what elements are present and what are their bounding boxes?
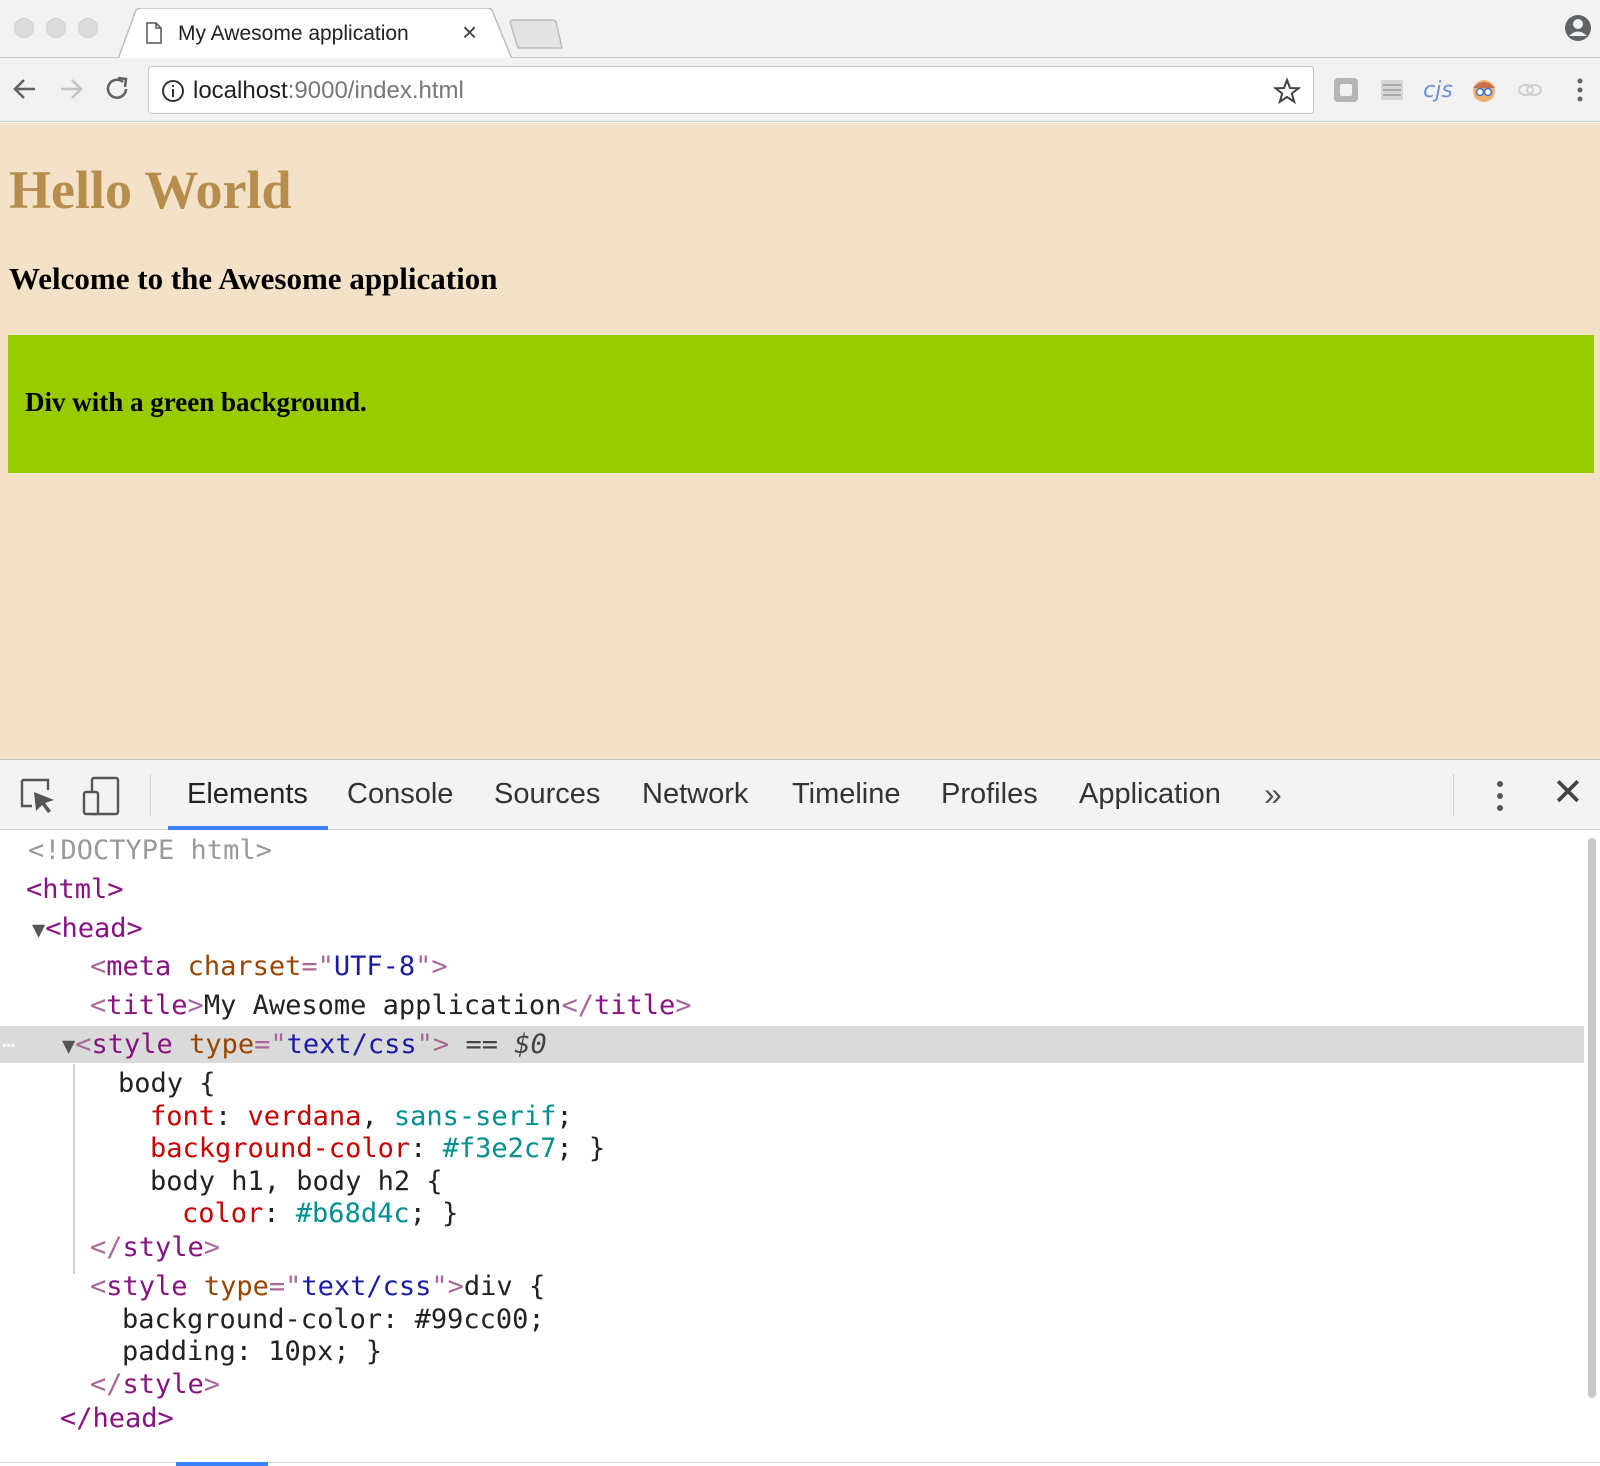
head-node[interactable]: ▼<head> [32,910,143,948]
meta-attr-value: UTF-8 [333,951,416,982]
expand-triangle-icon[interactable]: ▼ [62,1034,75,1059]
style2-text: div { [463,1271,546,1302]
tab-close-icon[interactable]: × [462,19,477,45]
close-window-button[interactable] [14,18,34,38]
css-line: color: #b68d4c; } [182,1198,459,1229]
style2-attr-name: type [203,1271,269,1302]
title-text: My Awesome application [203,990,562,1021]
url-host: localhost [193,77,288,104]
face-extension-icon [1473,80,1495,102]
head-close-node[interactable]: </head> [60,1400,174,1438]
browser-tab[interactable]: My Awesome application × [118,8,512,59]
tab-strip: My Awesome application × [0,0,1600,59]
green-div-text: Div with a green background. [25,387,367,417]
document-icon [146,22,162,44]
reload-button[interactable] [100,72,134,106]
minimize-window-button[interactable] [46,18,66,38]
link-extension-button[interactable] [1514,74,1546,106]
doctype-node[interactable]: <!DOCTYPE html> [28,832,272,870]
drawer-tab-indicator [176,1462,268,1466]
devtools-menu-icon[interactable] [1490,776,1510,816]
elements-tree: … <!DOCTYPE html> <html> ▼<head> <meta c… [0,832,1584,1462]
style-close-node[interactable]: </style> [90,1229,220,1267]
bookmark-star-icon[interactable] [1273,77,1301,105]
extension-square-button[interactable] [1330,74,1362,106]
title-node[interactable]: <title>My Awesome application</title> [90,987,692,1025]
green-div: Div with a green background. [8,335,1594,473]
style-node-selected[interactable]: ▼<style type="text/css"> == $0 [62,1026,547,1064]
link-extension-icon [1518,84,1542,96]
style-attr-name: type [189,1029,255,1060]
meta-attr-name: charset [187,951,302,982]
style2-close-tag-name: style [122,1369,204,1400]
cjs-extension-button[interactable]: cjs [1422,74,1454,106]
tab-sources[interactable]: Sources [494,778,600,811]
info-icon[interactable] [161,79,185,103]
expand-triangle-icon[interactable]: ▼ [32,918,45,943]
extension-list-button[interactable] [1376,74,1408,106]
title-close-tag-name: title [593,990,676,1021]
zoom-window-button[interactable] [78,18,98,38]
tree-guide-line [73,1064,75,1274]
device-toolbar-icon[interactable] [82,776,122,816]
active-tab-indicator [168,826,328,830]
tab-console[interactable]: Console [347,778,453,811]
cjs-label: cjs [1423,77,1453,103]
reload-icon [106,76,128,99]
browser-toolbar: localhost:9000/index.html cjs [0,58,1600,122]
list-extension-icon [1381,80,1403,100]
address-bar[interactable]: localhost:9000/index.html [148,66,1314,114]
head-open-tag: <head> [45,913,143,944]
new-tab-button[interactable] [508,18,564,50]
toolbar-divider [150,774,151,816]
tab-profiles[interactable]: Profiles [941,778,1038,811]
tab-timeline[interactable]: Timeline [792,778,901,811]
style-tag-name: style [91,1029,173,1060]
forward-button[interactable] [54,72,88,106]
selected-marker: == $0 [465,1029,547,1060]
style-attr-value: text/css [286,1029,417,1060]
profile-icon[interactable] [1564,14,1592,42]
title-tag-name: title [106,990,188,1021]
face-extension-button[interactable] [1468,74,1500,106]
tab-elements[interactable]: Elements [187,778,308,811]
forward-arrow-icon [61,79,83,99]
html-node[interactable]: <html> [26,871,124,909]
toolbar-divider [1453,774,1454,816]
tab-application[interactable]: Application [1079,778,1221,811]
elements-scrollbar[interactable] [1588,838,1596,1398]
square-extension-icon [1334,78,1358,102]
kebab-menu-icon [1577,78,1583,102]
inspect-element-icon[interactable] [18,776,58,816]
style2-attr-value: text/css [301,1271,432,1302]
page-subheading: Welcome to the Awesome application [9,261,498,296]
devtools-panel: Elements Console Sources Network Timelin… [0,759,1600,1466]
devtools-close-icon[interactable]: ✕ [1552,774,1584,812]
more-tabs-icon[interactable]: » [1264,776,1282,813]
tab-title: My Awesome application [178,22,409,45]
meta-node[interactable]: <meta charset="UTF-8"> [90,948,448,986]
back-button[interactable] [8,72,42,106]
browser-menu-button[interactable] [1564,74,1596,106]
style2-tag-name: style [106,1271,188,1302]
meta-tag-name: meta [106,951,172,982]
url-text: localhost:9000/index.html [193,77,464,105]
devtools-toolbar: Elements Console Sources Network Timelin… [0,760,1600,830]
url-path: :9000/index.html [287,77,464,104]
tab-network[interactable]: Network [642,778,748,811]
style-close-tag-name: style [122,1232,204,1263]
style2-close-node[interactable]: </style> [90,1366,220,1404]
ellipsis-icon[interactable]: … [2,1028,15,1053]
page-heading: Hello World [9,160,292,220]
back-arrow-icon [13,79,35,99]
html-open-tag: <html> [26,874,124,905]
page-viewport: Hello World Welcome to the Awesome appli… [0,123,1600,759]
